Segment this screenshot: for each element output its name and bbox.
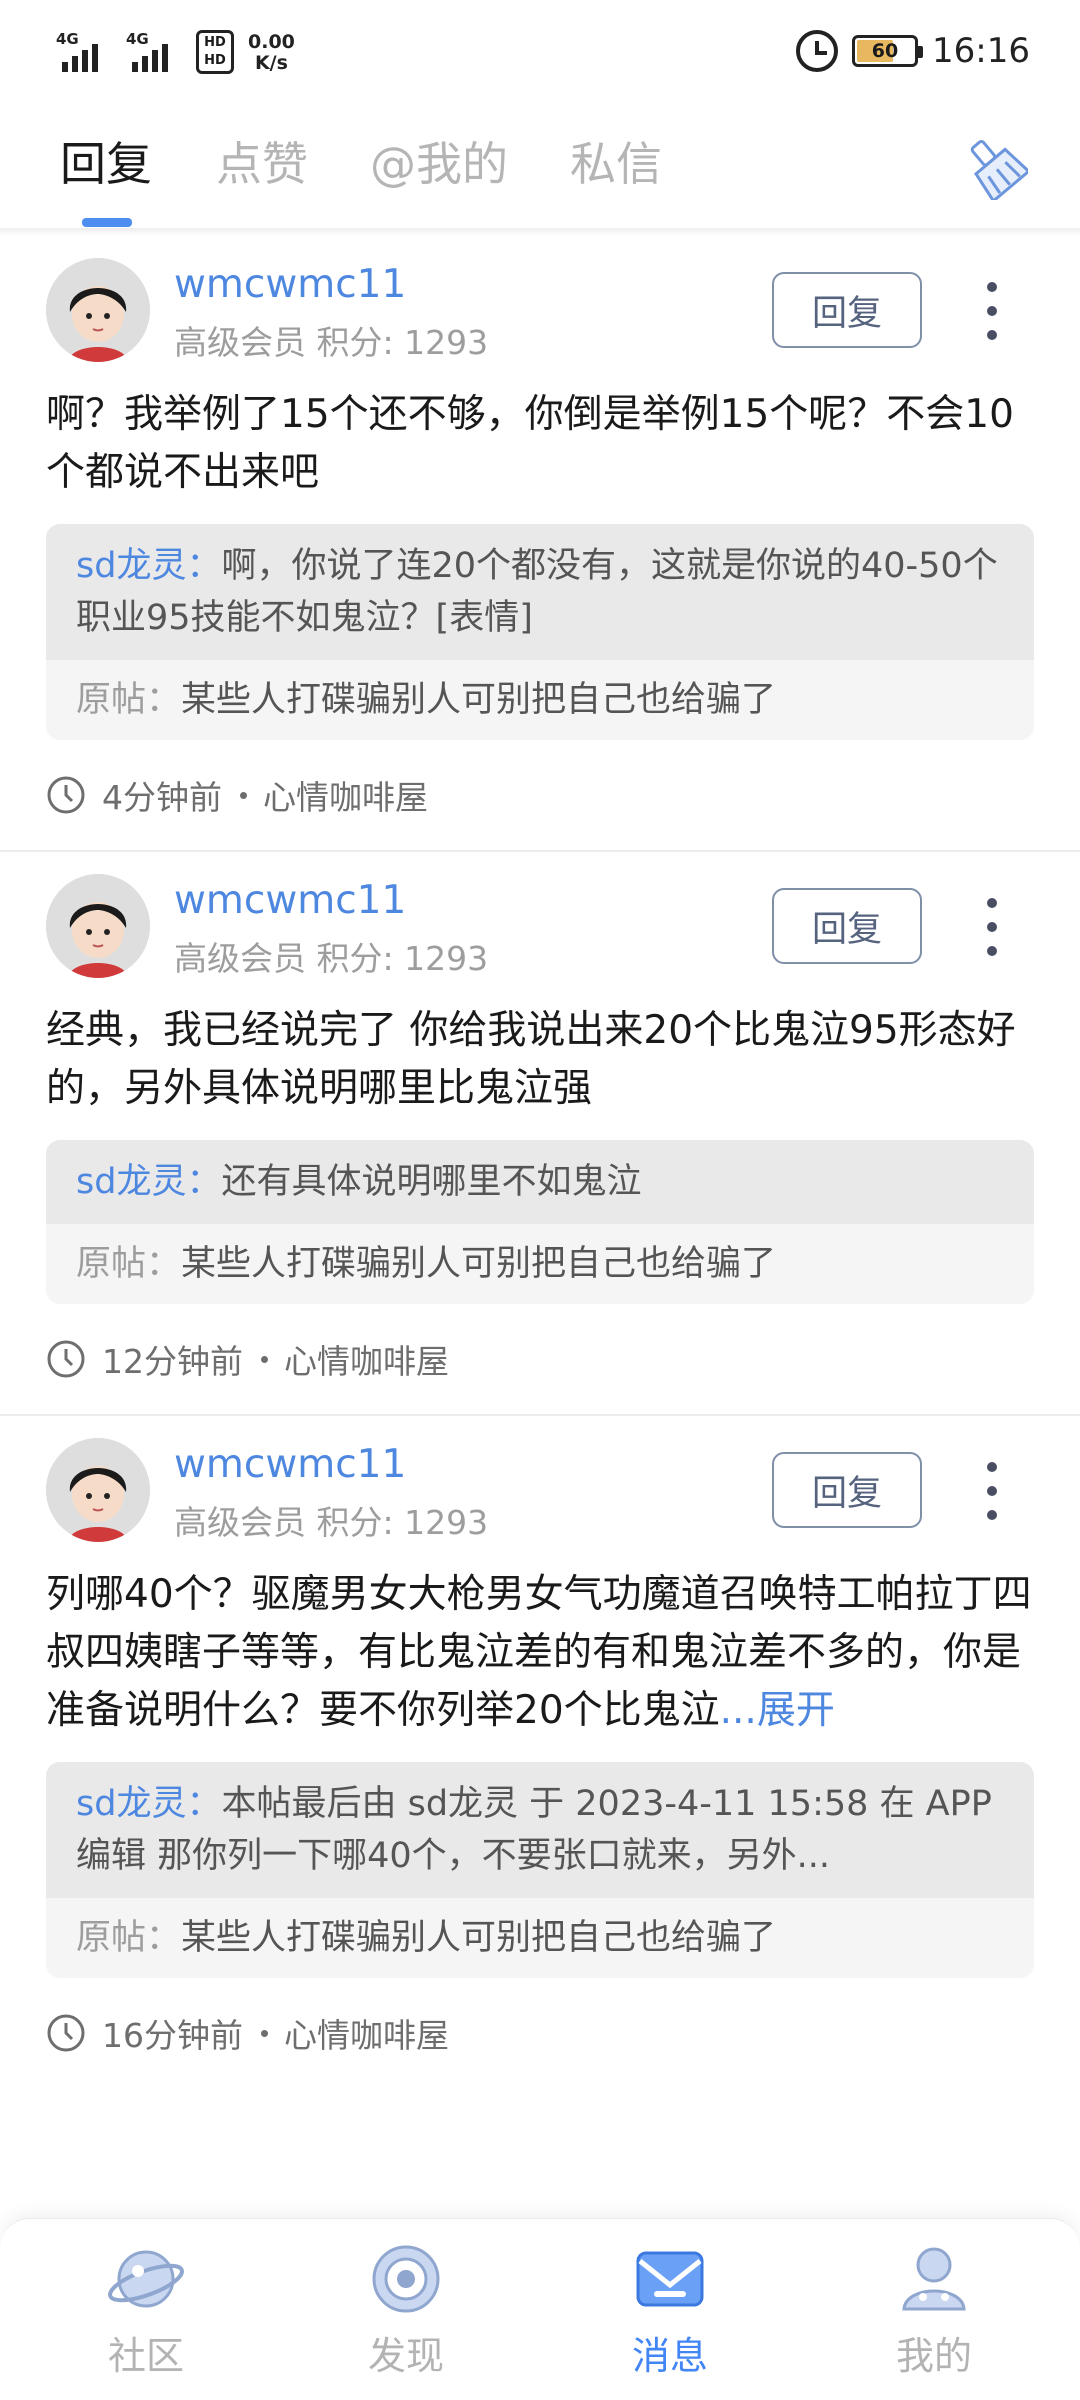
user-icon [902,2247,966,2311]
user-meta: 高级会员 积分: 1293 [174,1503,489,1542]
reply-time: 16分钟前 [102,2016,243,2055]
status-time: 16:16 [932,31,1030,71]
reply-button[interactable]: 回复 [772,888,922,964]
quote-username[interactable]: sd龙灵： [76,1784,221,1824]
clock-icon [47,2014,85,2052]
avatar[interactable] [46,1438,150,1542]
username[interactable]: wmcwmc11 [174,878,406,923]
status-bar: 4G 4G HD HD 0.00 K/s 60 16:16 [0,0,1080,108]
network-speed: 0.00 K/s [248,31,295,74]
reply-item[interactable]: wmcwmc11 高级会员 积分: 1293 回复 啊？我举例了15个还不够，你… [0,236,1080,852]
mail-icon [636,2251,704,2307]
quote-username[interactable]: sd龙灵： [76,1162,221,1202]
signal-icon: 4G [126,30,182,74]
bottom-navigation: 社区 发现 消息 我的 [0,2218,1080,2400]
user-meta: 高级会员 积分: 1293 [174,323,489,362]
more-options-icon[interactable] [975,898,1009,956]
alarm-icon [796,30,839,72]
quoted-comment[interactable]: sd龙灵：啊，你说了连20个都没有，这就是你说的40-50个职业95技能不如鬼泣… [46,524,1034,740]
active-tab-indicator [82,218,132,227]
username[interactable]: wmcwmc11 [174,1442,406,1487]
reply-meta: 16分钟前 心情咖啡屋 [46,1978,1034,2088]
reply-item[interactable]: wmcwmc11 高级会员 积分: 1293 回复 列哪40个？驱魔男女大枪男女… [0,1416,1080,2088]
reply-button[interactable]: 回复 [772,1452,922,1528]
more-options-icon[interactable] [975,282,1009,340]
target-icon [372,2245,440,2313]
quoted-comment[interactable]: sd龙灵：还有具体说明哪里不如鬼泣 原帖：某些人打碟骗别人可别把自己也给骗了 [46,1140,1034,1304]
nav-discover[interactable]: 发现 [326,2241,486,2380]
quote-text: 还有具体说明哪里不如鬼泣 [221,1162,642,1202]
broom-icon[interactable] [962,134,1031,204]
tab-mentions[interactable]: @我的 [370,128,508,194]
expand-link[interactable]: ...展开 [720,1688,835,1733]
hd-icon: HD HD [196,30,234,74]
nav-profile[interactable]: 我的 [854,2241,1014,2380]
tab-private-messages[interactable]: 私信 [570,128,662,194]
reply-time: 4分钟前 [102,778,222,817]
tab-replies[interactable]: 回复 [60,128,152,194]
nav-messages[interactable]: 消息 [590,2241,750,2380]
avatar[interactable] [46,258,150,362]
avatar[interactable] [46,874,150,978]
reply-content[interactable]: 啊？我举例了15个还不够，你倒是举例15个呢？不会10个都说不出来吧 [46,386,1034,502]
signal-icon: 4G [56,30,112,74]
forum-name[interactable]: 心情咖啡屋 [284,1335,449,1383]
reply-content[interactable]: 经典，我已经说完了 你给我说出来20个比鬼泣95形态好的，另外具体说明哪里比鬼泣… [46,1002,1034,1118]
clock-icon [47,1340,85,1378]
original-post-title: 某些人打碟骗别人可别把自己也给骗了 [181,1918,777,1958]
reply-meta: 12分钟前 心情咖啡屋 [46,1304,1034,1414]
username[interactable]: wmcwmc11 [174,262,406,307]
reply-time: 12分钟前 [102,1342,243,1381]
tab-likes[interactable]: 点赞 [216,128,308,194]
planet-icon [108,2250,184,2308]
original-post-title: 某些人打碟骗别人可别把自己也给骗了 [181,680,777,720]
reply-meta: 4分钟前 心情咖啡屋 [46,740,1034,850]
reply-content[interactable]: 列哪40个？驱魔男女大枪男女气功魔道召唤特工帕拉丁四叔四姨瞎子等等，有比鬼泣差的… [46,1566,1034,1740]
reply-list: wmcwmc11 高级会员 积分: 1293 回复 啊？我举例了15个还不够，你… [0,236,1080,2088]
user-meta: 高级会员 积分: 1293 [174,939,489,978]
quoted-comment[interactable]: sd龙灵：本帖最后由 sd龙灵 于 2023-4-11 15:58 在 APP … [46,1762,1034,1978]
message-tabs: 回复 点赞 @我的 私信 [0,118,1080,228]
forum-name[interactable]: 心情咖啡屋 [284,2009,449,2057]
reply-item[interactable]: wmcwmc11 高级会员 积分: 1293 回复 经典，我已经说完了 你给我说… [0,852,1080,1416]
quote-username[interactable]: sd龙灵： [76,546,221,586]
reply-button[interactable]: 回复 [772,272,922,348]
battery-icon: 60 [852,35,924,67]
clock-icon [47,776,85,814]
forum-name[interactable]: 心情咖啡屋 [263,771,428,819]
original-post-title: 某些人打碟骗别人可别把自己也给骗了 [181,1244,777,1284]
nav-community[interactable]: 社区 [66,2241,226,2380]
more-options-icon[interactable] [975,1462,1009,1520]
